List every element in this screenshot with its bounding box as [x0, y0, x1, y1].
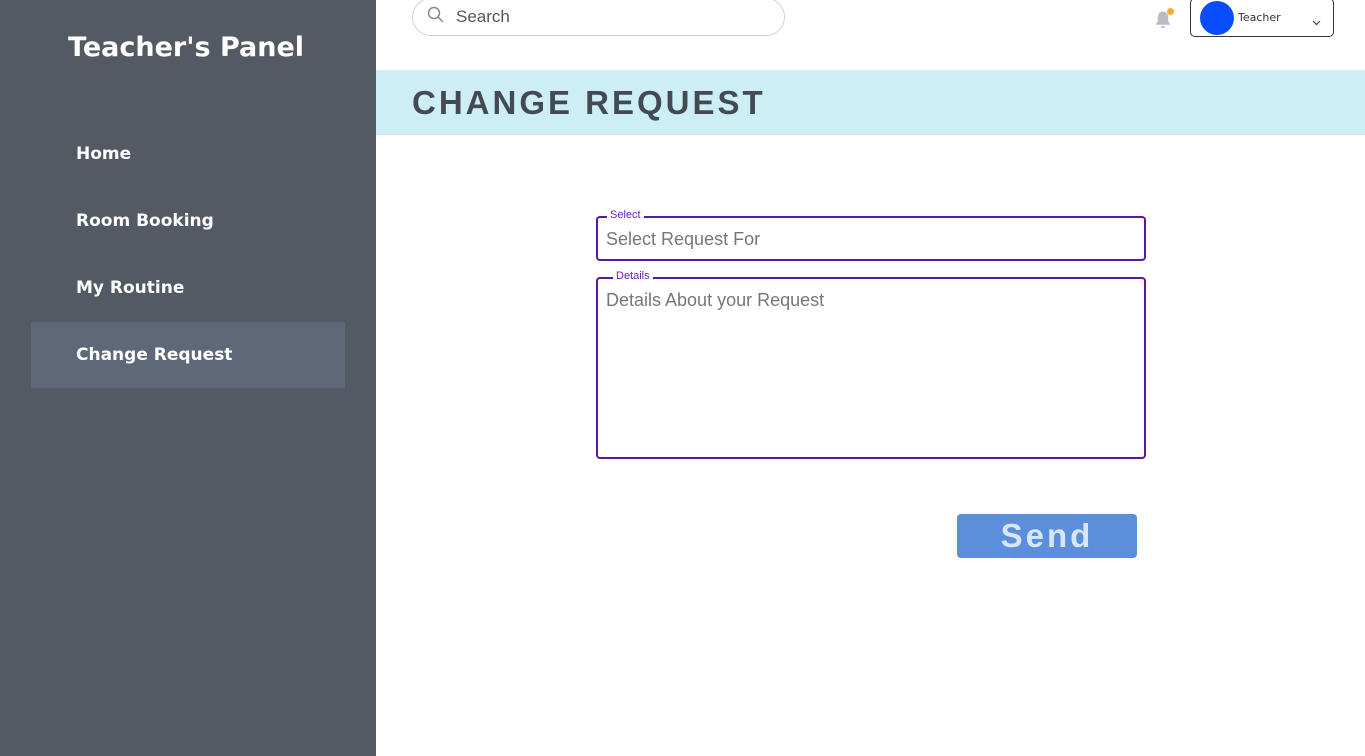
request-type-select[interactable]: Select Select Request For — [596, 209, 1146, 261]
sidebar-item-label: Change Request — [76, 345, 233, 365]
search-box[interactable] — [412, 0, 785, 36]
sidebar-item-room-booking[interactable]: Room Booking — [31, 188, 345, 254]
page-header: CHANGE REQUEST — [376, 70, 1365, 135]
send-button[interactable]: Send — [957, 514, 1137, 558]
avatar — [1200, 0, 1234, 35]
page-title: CHANGE REQUEST — [412, 84, 766, 121]
top-bar: Teacher — [376, 0, 1365, 70]
notification-dot — [1167, 8, 1174, 15]
sidebar-item-label: Room Booking — [76, 211, 214, 231]
chevron-down-icon — [1312, 13, 1321, 31]
select-label: Select — [607, 209, 644, 221]
user-name: Teacher — [1238, 11, 1281, 24]
details-field: Details — [596, 270, 1146, 459]
sidebar-item-label: Home — [76, 144, 132, 164]
details-textarea[interactable] — [598, 279, 1144, 457]
brand-title: Teacher's Panel — [67, 32, 305, 63]
sidebar-item-home[interactable]: Home — [31, 121, 345, 187]
sidebar-item-my-routine[interactable]: My Routine — [31, 255, 345, 321]
sidebar-item-change-request[interactable]: Change Request — [31, 322, 345, 388]
select-placeholder: Select Request For — [606, 229, 761, 249]
sidebar: Teacher's Panel Home Room Booking My Rou… — [0, 0, 376, 756]
search-input[interactable] — [456, 7, 736, 27]
sidebar-item-label: My Routine — [76, 278, 185, 298]
details-label: Details — [613, 270, 653, 282]
user-menu[interactable]: Teacher — [1190, 0, 1334, 37]
search-icon — [427, 6, 444, 28]
bell-icon[interactable] — [1154, 8, 1174, 30]
